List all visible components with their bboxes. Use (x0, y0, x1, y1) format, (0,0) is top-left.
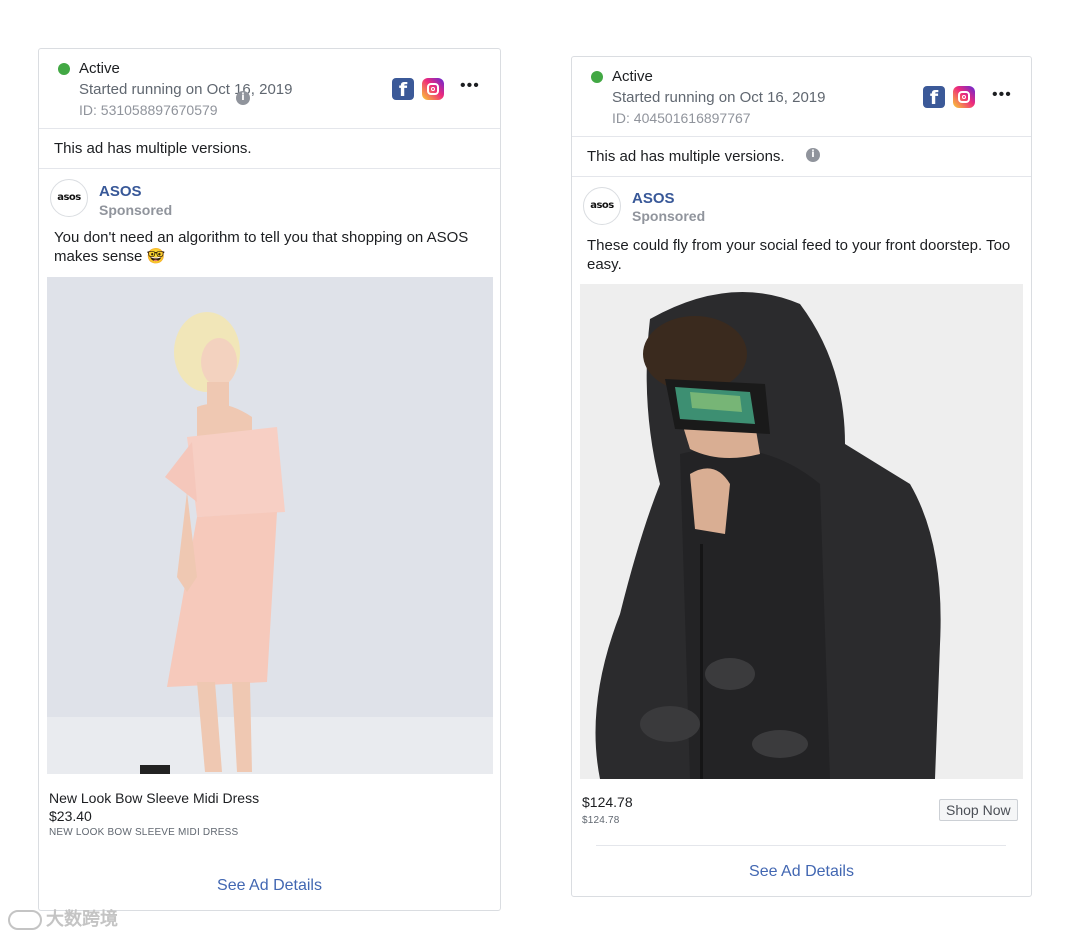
ad-card-1: Active Started running on Oct 16, 2019 I… (38, 48, 501, 911)
page-name-link[interactable]: ASOS (99, 183, 142, 200)
shop-now-button[interactable]: Shop Now (939, 799, 1018, 821)
product-price: $23.40 (49, 808, 92, 824)
watermark-logo-icon (8, 910, 42, 930)
more-options-icon[interactable]: ••• (992, 86, 1012, 104)
facebook-icon: f (923, 86, 945, 108)
product-caption: NEW LOOK BOW SLEEVE MIDI DRESS (49, 827, 239, 838)
ad-image[interactable] (580, 284, 1023, 779)
watermark-text: 大数跨境 (46, 909, 118, 930)
versions-text: This ad has multiple versions. (587, 148, 785, 165)
ad-body-text: These could fly from your social feed to… (587, 237, 1011, 273)
start-date: Started running on Oct 16, 2019 (79, 81, 293, 98)
divider (596, 845, 1006, 846)
ad-status-block: Active Started running on Oct 16, 2019 I… (572, 57, 1031, 137)
see-ad-details-link[interactable]: See Ad Details (572, 863, 1031, 881)
versions-notice: This ad has multiple versions. (572, 137, 1031, 177)
sponsored-label: Sponsored (632, 208, 706, 224)
product-name: New Look Bow Sleeve Midi Dress (49, 790, 260, 806)
status-label: Active (612, 68, 653, 85)
active-status-dot (591, 71, 603, 83)
ad-id: ID: 404501616897767 (612, 110, 751, 126)
more-options-icon[interactable]: ••• (460, 77, 480, 95)
watermark: 大数跨境 (8, 905, 118, 931)
instagram-icon (953, 86, 975, 108)
instagram-icon (422, 78, 444, 100)
status-label: Active (79, 60, 120, 77)
ad-card-2: Active Started running on Oct 16, 2019 I… (571, 56, 1032, 897)
versions-text: This ad has multiple versions. (54, 140, 252, 157)
versions-notice: This ad has multiple versions. i (39, 91, 500, 169)
ad-body-text: You don't need an algorithm to tell you … (54, 229, 469, 265)
avatar[interactable]: asos (583, 187, 621, 225)
ad-id: ID: 531058897670579 (79, 102, 218, 118)
start-date: Started running on Oct 16, 2019 (612, 89, 826, 106)
info-icon[interactable]: i (236, 91, 250, 105)
ad-status-block: Active Started running on Oct 16, 2019 I… (39, 49, 500, 129)
ad-image[interactable] (47, 277, 493, 774)
see-ad-details-link[interactable]: See Ad Details (39, 877, 500, 895)
facebook-icon: f (392, 78, 414, 100)
avatar[interactable]: asos (50, 179, 88, 217)
info-icon[interactable]: i (806, 148, 820, 162)
page-name-link[interactable]: ASOS (632, 190, 675, 207)
active-status-dot (58, 63, 70, 75)
product-caption: $124.78 (582, 815, 620, 826)
product-price: $124.78 (582, 794, 633, 810)
sponsored-label: Sponsored (99, 202, 173, 218)
